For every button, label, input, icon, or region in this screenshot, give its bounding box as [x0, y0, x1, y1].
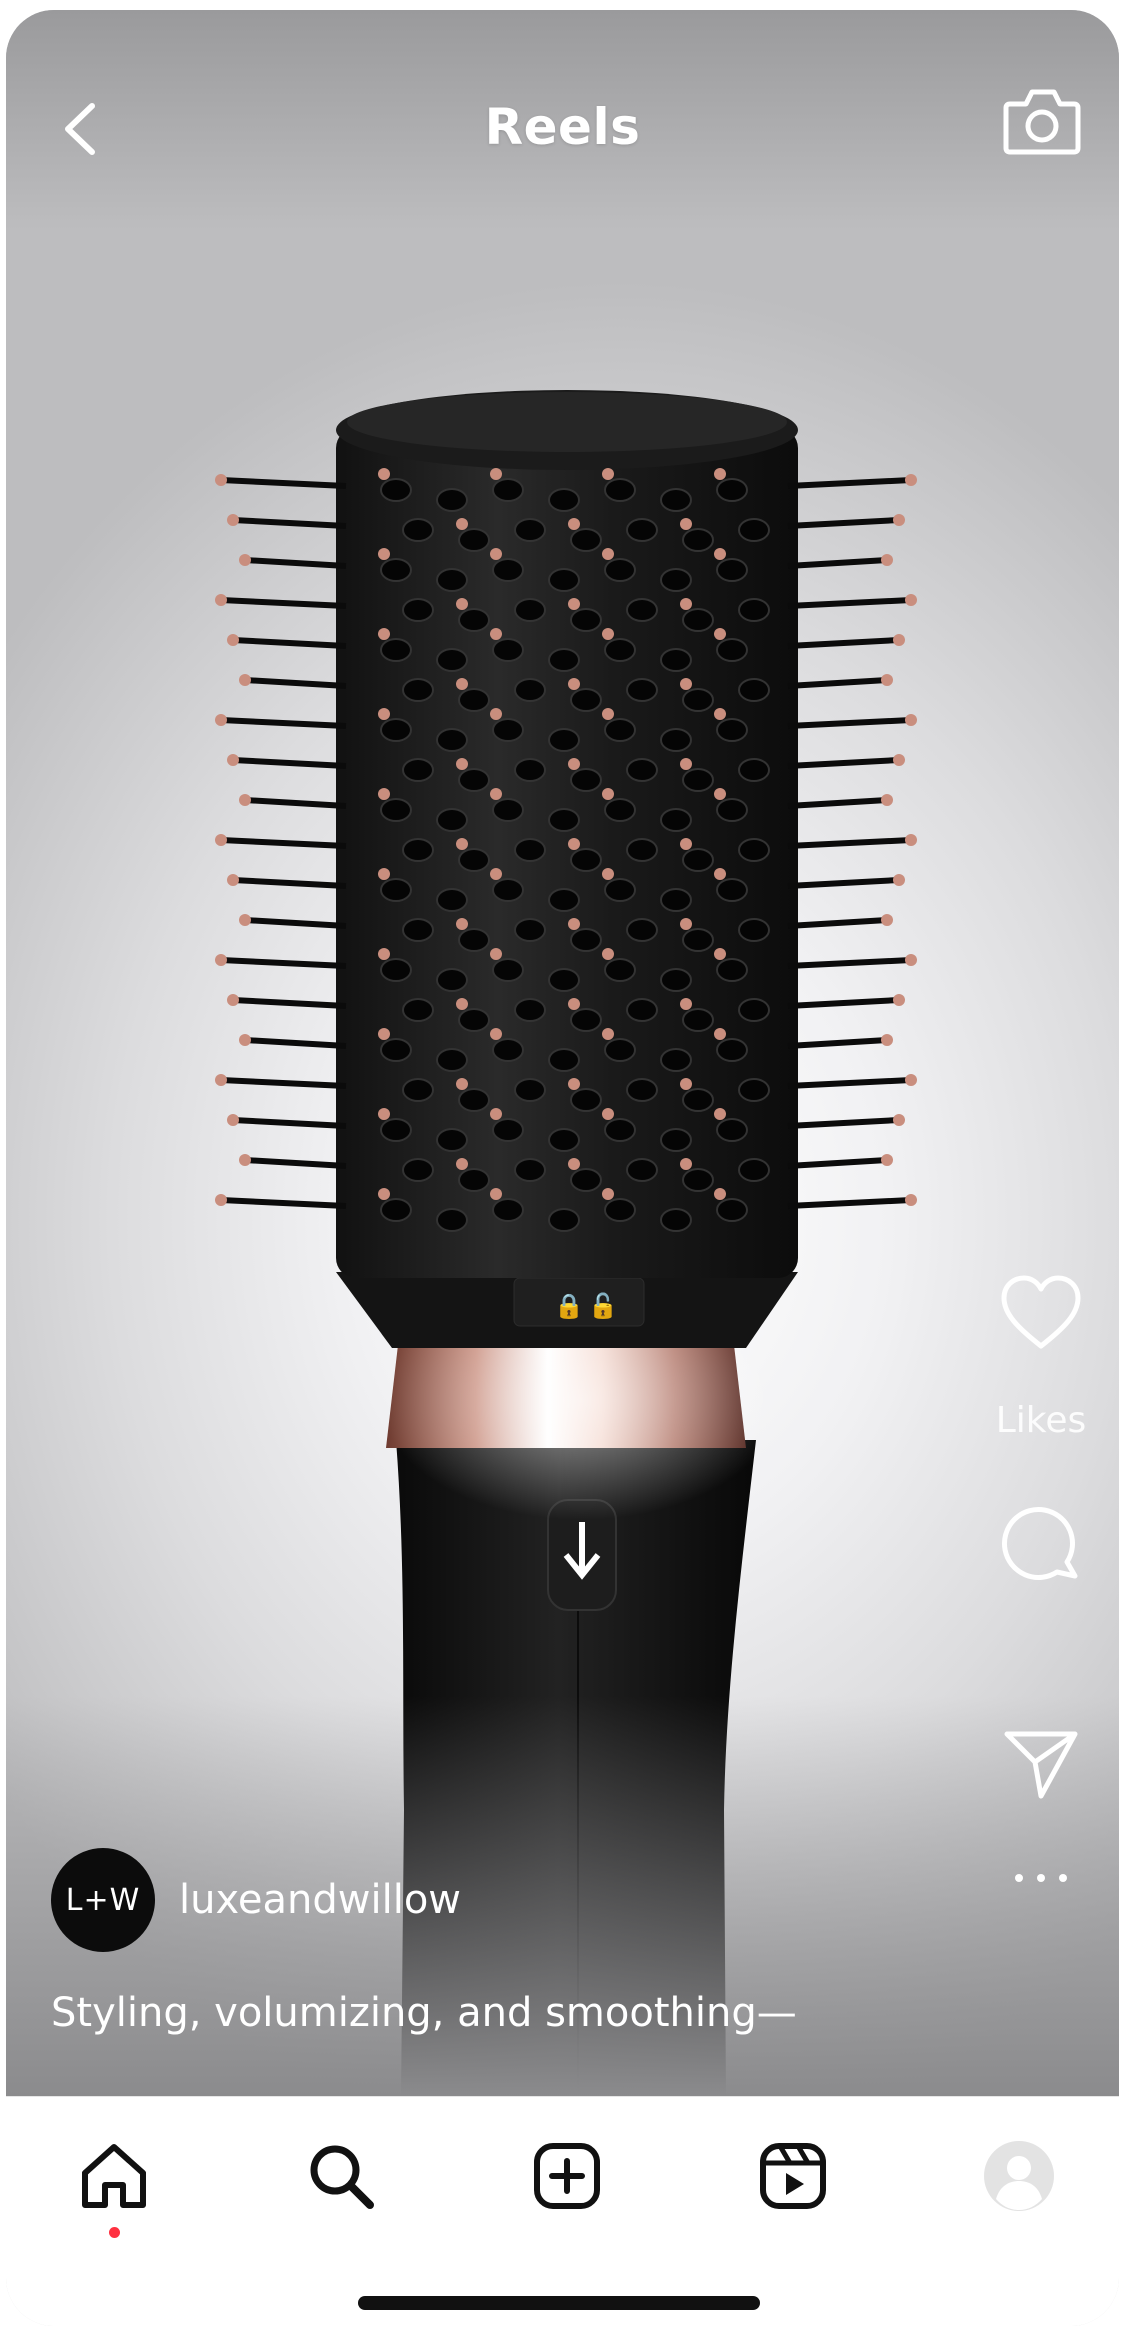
- svg-text:🔒: 🔒: [554, 1292, 584, 1320]
- heart-icon: [1001, 1275, 1081, 1349]
- comment-button[interactable]: [986, 1506, 1096, 1586]
- author-username[interactable]: luxeandwillow: [179, 1877, 461, 1923]
- tab-search[interactable]: [296, 2131, 386, 2221]
- post-caption[interactable]: Styling, volumizing, and smoothing—: [51, 1990, 797, 2036]
- share-button[interactable]: [986, 1726, 1096, 1802]
- likes-label: Likes: [995, 1400, 1087, 1441]
- tab-profile[interactable]: [974, 2131, 1064, 2221]
- tab-home[interactable]: [69, 2131, 159, 2221]
- phone-frame: 🔒 🔓 Reels Likes L+W luxeandwillow Stylin…: [6, 10, 1119, 2326]
- send-icon: [1004, 1731, 1078, 1799]
- like-button[interactable]: [986, 1272, 1096, 1352]
- home-icon: [82, 2144, 146, 2208]
- author-avatar[interactable]: L+W: [51, 1848, 155, 1952]
- reel-video[interactable]: 🔒 🔓: [6, 10, 1119, 2096]
- more-options-button[interactable]: [986, 1870, 1096, 1886]
- profile-avatar-icon: [984, 2141, 1054, 2211]
- bottom-tab-bar: [6, 2096, 1119, 2326]
- tab-reels[interactable]: [748, 2131, 838, 2221]
- post-author[interactable]: L+W luxeandwillow: [51, 1848, 461, 1952]
- more-horizontal-icon: [1015, 1874, 1067, 1882]
- camera-icon: [1003, 89, 1081, 155]
- camera-button[interactable]: [1002, 84, 1082, 158]
- home-indicator: [358, 2296, 760, 2310]
- tab-create[interactable]: [522, 2131, 612, 2221]
- plus-square-icon: [534, 2143, 600, 2209]
- svg-text:🔓: 🔓: [588, 1292, 618, 1320]
- page-title: Reels: [484, 98, 641, 156]
- home-notification-dot: [109, 2227, 120, 2238]
- comment-icon: [1002, 1507, 1078, 1580]
- reels-icon: [760, 2143, 826, 2209]
- search-icon: [310, 2145, 374, 2209]
